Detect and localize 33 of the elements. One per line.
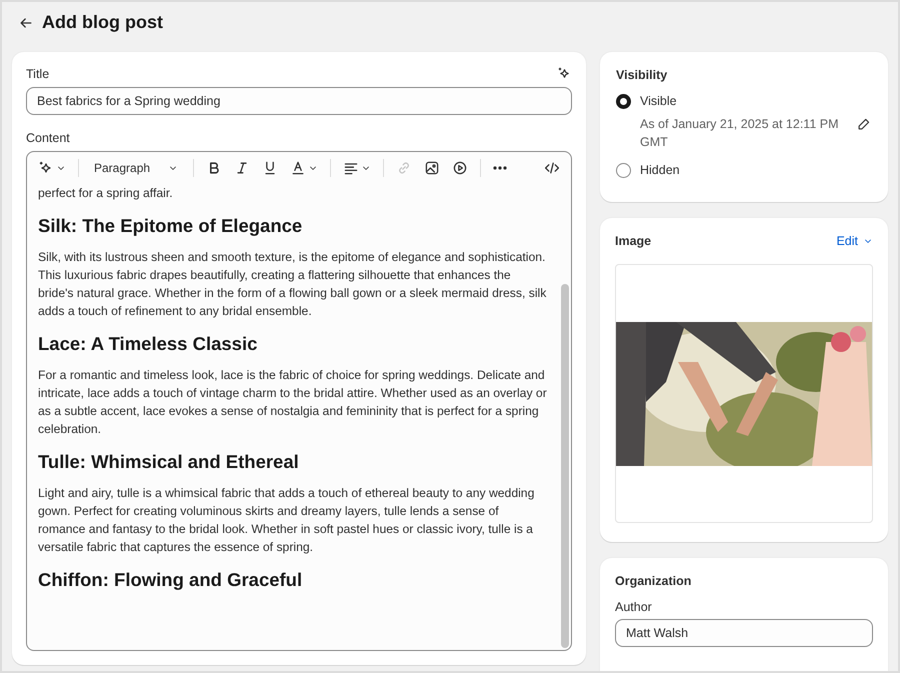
title-input[interactable]: Best fabrics for a Spring wedding [26,87,572,115]
section-heading: Chiffon: Flowing and Graceful [38,568,304,592]
radio-label: Visible [640,94,678,109]
author-input[interactable]: Matt Walsh [615,619,873,647]
sparkle-icon[interactable] [557,66,572,81]
section-heading: Lace: A Timeless Classic [38,332,258,356]
paragraph: For a romantic and timeless look, lace is the fabric of choice for spring weddings. Delicate and intricate, lace adds a touch of vintage charm to the bridal attire. Whether used as an overlay or as a subtle accent, lace evokes a sense of nostalgia and femininity that is perfect for a spring celebration. [38,367,548,438]
page-title: Add blog post [42,12,163,33]
card-title: Organization [615,574,692,588]
section-heading: Tulle: Whimsical and Ethereal [38,450,300,474]
code-icon [544,160,560,176]
paragraph: perfect for a spring affair. [38,185,174,202]
paragraph-dropdown[interactable]: Paragraph [88,158,184,178]
radio-label: Hidden [640,163,680,178]
rich-text-editor[interactable] [26,151,572,651]
more-icon [493,166,508,170]
field-label: Author [615,600,653,614]
paragraph: Light and airy, tulle is a whimsical fabric that adds a touch of ethereal beauty to any wedding gown. Perfect for creating voluminous skirts and dreamy layers, tulle lends a sense of romance and fantasy to the bridal look. Whether in soft pastel hues or classic ivory, tulle is a versatile fabric that captures the essence of spring. [38,485,536,556]
field-label: Content [26,131,70,145]
text-color-icon [290,160,306,176]
radio-button[interactable] [616,94,631,109]
paragraph: Silk, with its lustrous sheen and smooth texture, is the epitome of elegance and sophistication. This luxurious fabric drapes beautifully, creating a flattering silhouette that enhances the bride's natural grace. Whether in the form of a flowing ball gown or a sleek mermaid dress, silk adds a touch of refinement to any bridal ensemble. [38,249,548,320]
radio-button[interactable] [616,163,631,178]
image-icon [424,160,440,176]
visibility-date: As of January 21, 2025 at 12:11 PM GMT [640,116,840,151]
section-heading: Silk: The Epitome of Elegance [38,214,304,238]
card-title: Visibility [616,68,668,82]
edit-button[interactable]: Edit [836,234,873,248]
video-icon [452,160,468,176]
card-title: Image [615,234,652,248]
pencil-icon[interactable] [857,117,871,131]
field-label: Title [26,66,50,80]
scrollbar-thumb[interactable] [561,284,569,648]
